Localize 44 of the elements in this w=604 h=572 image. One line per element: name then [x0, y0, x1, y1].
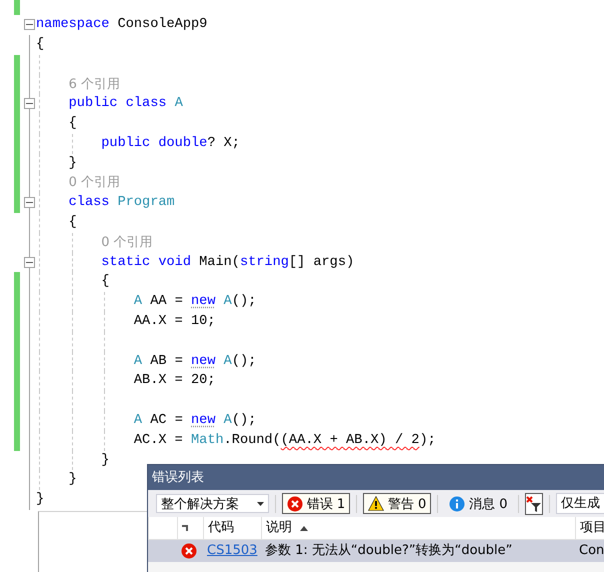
error-icon: [286, 496, 303, 512]
code-line: {: [68, 116, 77, 132]
code-line: {: [68, 215, 77, 230]
code-line: }: [101, 452, 110, 468]
code-line: class Program: [68, 195, 175, 210]
sort-icon[interactable]: [300, 526, 308, 530]
error-icon: [181, 543, 197, 559]
collapse-icon[interactable]: [24, 98, 35, 110]
code-line: }: [68, 472, 77, 488]
code-line: A AC = new A();: [134, 413, 256, 428]
code-line: }: [68, 156, 77, 171]
build-filter-field[interactable]: 仅生成: [556, 493, 604, 514]
caret-icon: [257, 502, 264, 506]
error-code-link[interactable]: CS1503: [207, 540, 258, 562]
column-header[interactable]: 项目: [575, 517, 604, 539]
code-line: A AB = new A();: [134, 354, 256, 369]
collapse-icon[interactable]: [24, 19, 35, 30]
collapse-icon[interactable]: [24, 256, 35, 268]
message-filter-button[interactable]: 消息 0: [444, 493, 512, 514]
code-line: {: [36, 36, 44, 52]
collapse-icon[interactable]: [24, 197, 35, 208]
code-line: public class A: [68, 96, 183, 112]
warning-icon: [368, 496, 384, 511]
column-header[interactable]: 代码: [203, 517, 261, 539]
column-header[interactable]: 说明: [266, 517, 292, 539]
error-description: 参数 1: 无法从“double?”转换为“double”: [264, 542, 514, 560]
code-line: namespace ConsoleApp9: [36, 17, 208, 32]
column-icon: [182, 525, 188, 531]
code-line: AB.X = 20;: [134, 373, 216, 388]
code-line: A AA = new A();: [134, 294, 256, 310]
warning-filter-button[interactable]: 警告 0: [362, 493, 432, 514]
project-cell-text: Con: [578, 542, 604, 560]
code-line: }: [36, 492, 44, 508]
panel-title: 错误列表: [148, 465, 604, 490]
code-line: public double? X;: [101, 136, 240, 151]
info-icon: [449, 496, 466, 512]
code-line: static void Main(string[] args): [101, 254, 354, 270]
code-line: AC.X = Math.Round((AA.X + AB.X) / 2);: [134, 432, 436, 448]
filter-button[interactable]: [525, 492, 544, 514]
error-filter-button[interactable]: 错误 1: [282, 493, 350, 514]
error-row[interactable]: CS1503 参数 1: 无法从“double?”转换为“double” Con: [148, 540, 604, 562]
scope-dropdown[interactable]: 整个解决方案: [156, 494, 269, 513]
code-line: AA.X = 10;: [134, 314, 216, 330]
code-line: {: [101, 274, 110, 290]
